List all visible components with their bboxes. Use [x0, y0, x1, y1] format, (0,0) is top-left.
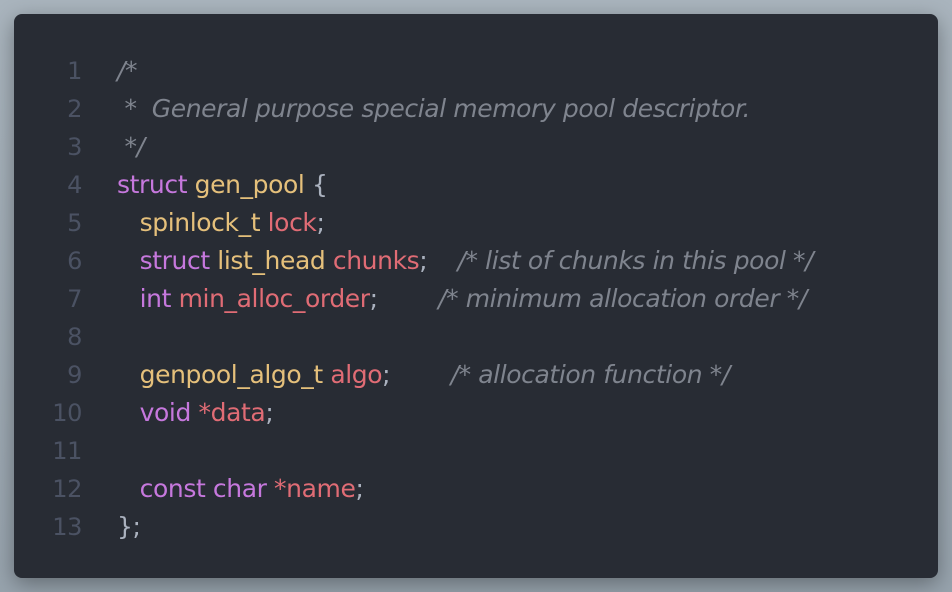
line-number: 13 [52, 513, 82, 541]
comment-token: /* minimum allocation order */ [438, 284, 807, 313]
comment-token: /* list of chunks in this pool */ [457, 246, 814, 275]
comment-token: /* allocation function */ [450, 360, 731, 389]
line-number: 2 [67, 95, 82, 123]
code-line[interactable]: 6 struct list_head chunks; /* list of ch… [14, 242, 938, 280]
code-line[interactable]: 11 [14, 432, 938, 470]
punctuation-token [267, 474, 275, 503]
type-token: spinlock_t [139, 208, 261, 237]
code-content: }; [117, 508, 141, 546]
keyword-token: char [212, 474, 267, 503]
line-number: 11 [52, 437, 82, 465]
line-number: 5 [67, 209, 82, 237]
code-line[interactable]: 7 int min_alloc_order; /* minimum alloca… [14, 280, 938, 318]
punctuation-token [117, 208, 140, 237]
identifier-token: lock [267, 208, 317, 237]
punctuation-token [325, 246, 333, 275]
code-line[interactable]: 10 void *data; [14, 394, 938, 432]
code-content: /* [117, 52, 138, 90]
punctuation-token: ; [382, 360, 451, 389]
keyword-token: void [139, 398, 192, 427]
line-number: 12 [52, 475, 82, 503]
code-line[interactable]: 5 spinlock_t lock; [14, 204, 938, 242]
comment-token: */ [117, 132, 146, 161]
keyword-token: int [139, 284, 172, 313]
identifier-token: * [274, 474, 287, 503]
punctuation-token [117, 246, 140, 275]
punctuation-token: ; [265, 398, 274, 427]
punctuation-token [117, 360, 140, 389]
code-block[interactable]: 1 /* 2 * General purpose special memory po… [14, 52, 938, 546]
punctuation-token: }; [117, 512, 141, 541]
line-number: 6 [67, 247, 82, 275]
code-line[interactable]: 8 [14, 318, 938, 356]
code-content: const char *name; [117, 470, 364, 508]
punctuation-token: ; [316, 208, 325, 237]
code-content: * General purpose special memory pool de… [117, 90, 751, 128]
punctuation-token: ; [355, 474, 364, 503]
punctuation-token [117, 398, 140, 427]
punctuation-token: ; [419, 246, 458, 275]
type-token: list_head [217, 246, 326, 275]
keyword-token: struct [139, 246, 211, 275]
comment-token: * General purpose special memory pool de… [117, 94, 751, 123]
identifier-token: name [286, 474, 356, 503]
punctuation-token [260, 208, 268, 237]
punctuation-token: { [304, 170, 328, 199]
line-number: 1 [67, 57, 82, 85]
code-line[interactable]: 3 */ [14, 128, 938, 166]
code-content: int min_alloc_order; /* minimum allocati… [117, 280, 808, 318]
punctuation-token [205, 474, 213, 503]
punctuation-token [117, 284, 140, 313]
code-line[interactable]: 12 const char *name; [14, 470, 938, 508]
code-content: spinlock_t lock; [117, 204, 325, 242]
line-number: 8 [67, 323, 82, 351]
code-content: void *data; [117, 394, 274, 432]
line-number: 7 [67, 285, 82, 313]
punctuation-token [187, 170, 195, 199]
identifier-token: chunks [332, 246, 420, 275]
type-token: gen_pool [194, 170, 305, 199]
punctuation-token [117, 474, 140, 503]
line-number: 9 [67, 361, 82, 389]
code-window: 1 /* 2 * General purpose special memory po… [14, 14, 938, 578]
keyword-token: struct [117, 170, 188, 199]
identifier-token: * [198, 398, 212, 427]
line-number: 3 [67, 133, 82, 161]
keyword-token: const [139, 474, 206, 503]
code-line[interactable]: 9 genpool_algo_t algo; /* allocation fun… [14, 356, 938, 394]
identifier-token: data [210, 398, 266, 427]
line-number: 10 [52, 399, 82, 427]
identifier-token: min_alloc_order [178, 284, 370, 313]
punctuation-token [191, 398, 199, 427]
identifier-token: algo [330, 360, 383, 389]
comment-token: /* [117, 56, 138, 85]
code-line[interactable]: 2 * General purpose special memory pool … [14, 90, 938, 128]
code-content: genpool_algo_t algo; /* allocation funct… [117, 356, 731, 394]
punctuation-token [171, 284, 179, 313]
code-content: struct list_head chunks; /* list of chun… [117, 242, 814, 280]
punctuation-token: ; [369, 284, 439, 313]
code-content: */ [117, 128, 146, 166]
code-line[interactable]: 1 /* [14, 52, 938, 90]
line-number: 4 [67, 171, 82, 199]
code-line[interactable]: 13}; [14, 508, 938, 546]
code-line[interactable]: 4 struct gen_pool { [14, 166, 938, 204]
type-token: genpool_algo_t [139, 360, 324, 389]
code-content: struct gen_pool { [117, 166, 328, 204]
